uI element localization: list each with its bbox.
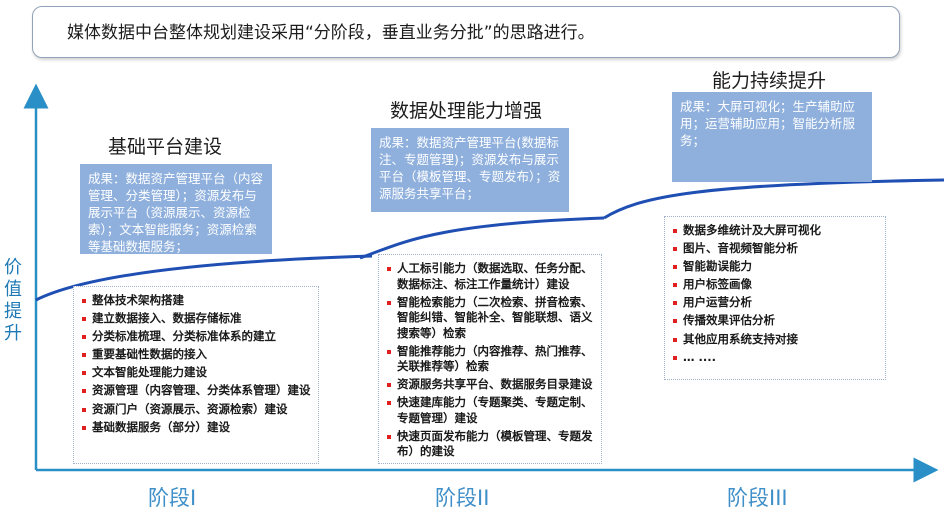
phase-2-task: 快速建库能力（专题聚类、专题定制、专题管理）建设 xyxy=(387,395,597,426)
y-axis-label-char: 值 xyxy=(4,279,22,300)
y-axis-label-char: 升 xyxy=(4,323,22,344)
phase-2-task-list: 人工标引能力（数据选取、任务分配、数据标注、标注工作量统计）建设 智能检索能力（… xyxy=(378,254,602,464)
phase-1-task: 基础数据服务（部分）建设 xyxy=(82,420,314,436)
phase-1-task: 资源管理（内容管理、分类体系管理）建设 xyxy=(82,383,314,399)
value-curve-segment-2 xyxy=(359,216,605,260)
phase-1-task: 文本智能处理能力建设 xyxy=(82,365,314,381)
phase-3-label: 阶段III xyxy=(727,486,788,510)
phase-3-title: 能力持续提升 xyxy=(712,70,827,92)
y-axis-label-char: 提 xyxy=(4,301,22,322)
phase-1-task: 分类标准梳理、分类标准体系的建立 xyxy=(82,329,314,345)
phase-3-task: 用户标签画像 xyxy=(673,277,881,293)
phase-3-task: 数据多维统计及大屏可视化 xyxy=(673,223,881,239)
phase-1-result: 成果：数据资产管理平台（内容管理、分类管理）；资源发布与展示平台（资源展示、资源… xyxy=(80,164,272,254)
value-curve-segment-3 xyxy=(603,178,945,220)
phase-2-task: 资源服务共享平台、数据服务目录建设 xyxy=(387,377,597,393)
phase-3-task: 其他应用系统支持对接 xyxy=(673,332,881,348)
phase-1-task: 整体技术架构搭建 xyxy=(82,293,314,309)
phase-2-task: 快速页面发布能力（模板管理、专题发布）的建设 xyxy=(387,429,597,460)
phase-2-task: 人工标引能力（数据选取、任务分配、数据标注、标注工作量统计）建设 xyxy=(387,261,597,292)
phase-3-task-list: 数据多维统计及大屏可视化 图片、音视频智能分析 智能勘误能力 用户标签画像 用户… xyxy=(664,216,886,380)
phase-2-label: 阶段II xyxy=(435,486,490,510)
phase-2-result: 成果：数据资产管理平台(数据标注、专题管理)；资源发布与展示平台（模板管理、专题… xyxy=(371,128,569,212)
phase-3-task: 智能勘误能力 xyxy=(673,259,881,275)
phase-1-task: 重要基础性数据的接入 xyxy=(82,347,314,363)
y-axis-label: 价 值 提 升 xyxy=(2,257,24,345)
phase-3-task: 图片、音视频智能分析 xyxy=(673,241,881,257)
phase-2-title: 数据处理能力增强 xyxy=(390,100,543,122)
y-axis-label-char: 价 xyxy=(4,257,22,278)
phase-1-label: 阶段I xyxy=(148,486,197,510)
phase-3-task: … .... xyxy=(673,350,881,366)
phase-1-task: 建立数据接入、数据存储标准 xyxy=(82,311,314,327)
phase-3-result: 成果：大屏可视化；生产辅助应用；运营辅助应用；智能分析服务； xyxy=(672,92,872,182)
phase-2-task: 智能检索能力（二次检索、拼音检索、智能纠错、智能补全、智能联想、语义搜索等）检索 xyxy=(387,295,597,342)
phase-1-task-list: 整体技术架构搭建 建立数据接入、数据存储标准 分类标准梳理、分类标准体系的建立 … xyxy=(73,286,319,464)
phase-3-task: 传播效果评估分析 xyxy=(673,313,881,329)
phase-1-title: 基础平台建设 xyxy=(108,136,223,158)
phase-1-task: 资源门户（资源展示、资源检索）建设 xyxy=(82,402,314,418)
phase-2-task: 智能推荐能力（内容推荐、热门推荐、关联推荐等）检索 xyxy=(387,344,597,375)
phase-3-task: 用户运营分析 xyxy=(673,295,881,311)
